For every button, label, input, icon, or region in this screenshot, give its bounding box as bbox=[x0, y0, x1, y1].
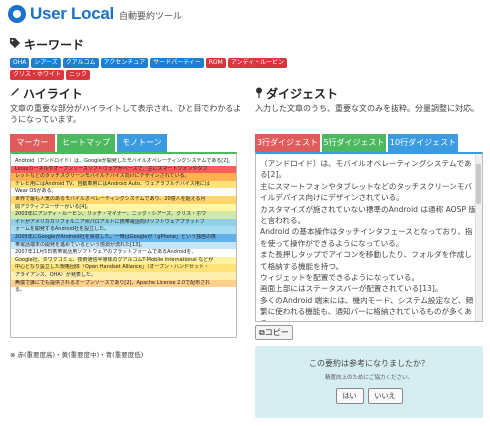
pin-icon bbox=[255, 87, 263, 101]
highlight-line: Android（アンドロイド）は、Googleが開発したモバイルオペレーティング… bbox=[11, 158, 236, 166]
digest-line: 多くのAndroid 端末には、機内モード、システム設定など、頻繁に使われる機能… bbox=[260, 295, 474, 321]
digest-title-text: ダイジェスト bbox=[266, 87, 339, 101]
digest-scroll-thumb[interactable] bbox=[476, 164, 481, 204]
highlight-line: 2003年にアンディ・ルービン、リッチ・マイナー、ニック・シアーズ、クリス・ホワ bbox=[11, 211, 236, 219]
highlight-line: 間アクティブユーザーがいる[4]。 bbox=[11, 203, 236, 212]
digest-line: 画面上部にはステータスバーが配置されている[13]。 bbox=[260, 284, 443, 294]
keyword-badge[interactable]: ニック bbox=[66, 70, 91, 80]
highlight-line: 2007年11月5日携帯電話用ソフトウェアのプラットフォームであるAndroid… bbox=[11, 249, 236, 257]
digest-desc: 入力した文章のうち、重要な文のみを抜粋。分量調整に対応。 bbox=[255, 104, 479, 113]
highlight-tabs: マーカー ヒートマップ モノトーン bbox=[10, 134, 169, 152]
keyword-badge[interactable]: シアーズ bbox=[31, 58, 61, 68]
digest-title: ダイジェスト bbox=[255, 85, 338, 102]
keyword-badge[interactable]: アンディ・ルービン bbox=[227, 58, 288, 68]
digest-line: Android の基本操作はタッチインタフェースとなっており、指を使って操作がで… bbox=[260, 227, 473, 248]
highlight-line: 無償で誰にでも提供されるオープンソースであり[2]、Apache License… bbox=[11, 279, 236, 288]
feedback-subtext: 精度向上のためにご協力ください。 bbox=[325, 375, 413, 381]
tab-5-lines[interactable]: 5行ダイジェスト bbox=[322, 134, 386, 152]
keyword-badge[interactable]: クアルコム bbox=[62, 58, 99, 68]
highlight-line: レットなどのタッチスクリーンモバイルデバイス向けにデザインされている。 bbox=[11, 173, 236, 181]
feedback-box: この要約は参考になりましたか？ 精度向上のためにご協力ください。 はい いいえ bbox=[255, 346, 483, 418]
logo[interactable]: User Local 自動要約ツール bbox=[8, 4, 182, 24]
highlight-title-text: ハイライト bbox=[23, 87, 83, 101]
digest-textarea[interactable]: （アンドロイド）は、モバイルオペレーティングシステムである[2]。 主にスマートフ… bbox=[255, 152, 483, 322]
keyword-badge[interactable]: クリス・ホワイト bbox=[10, 70, 65, 80]
digest-scrollbar[interactable] bbox=[475, 154, 482, 321]
logo-text: User Local bbox=[30, 4, 114, 23]
digest-text: （アンドロイド）は、モバイルオペレーティングシステムである[2]。 主にスマートフ… bbox=[256, 154, 482, 321]
copy-label: コピー bbox=[264, 328, 289, 337]
highlight-line: Linuxカーネルやオープンソースソフトウェアがベースで、主にスマートフォンやタ… bbox=[11, 165, 236, 174]
highlight-line: テレビ用にはAndroid TV、自動車用にはAndroid Auto、ウェアラ… bbox=[11, 180, 236, 189]
keywords-title: キーワード bbox=[10, 36, 84, 53]
highlight-line: Google社、タワクコミュ、技術通信半導体のクアルコムT-Mobile Int… bbox=[11, 256, 236, 265]
keyword-badge[interactable]: OHA bbox=[10, 58, 30, 68]
tags-icon bbox=[10, 38, 21, 51]
keywords-title-text: キーワード bbox=[24, 38, 85, 52]
highlight-line: イトがアメリカカリフォルニア州パロアルトに携帯電話向けソフトウェアプラットフ bbox=[11, 218, 236, 227]
digest-line: カスタマイズが施されていない標準のAndroid は通称 AOSP 版と言われる… bbox=[260, 204, 477, 226]
highlight-desc: 文章の重要な部分がハイライトして表示され、ひと目でわかるようになっています。 bbox=[10, 104, 242, 124]
tab-10-lines[interactable]: 10行ダイジェスト bbox=[388, 134, 458, 152]
tab-3-lines[interactable]: 3行ダイジェスト bbox=[255, 134, 320, 152]
keyword-badges: OHA シアーズ クアルコム アクセンチュア サードパーティー ROM アンディ・ルービンク… bbox=[10, 58, 310, 80]
legend-text: 赤(重要度高)・黄(重要度中)・青(重要度低) bbox=[17, 351, 144, 359]
highlight-line: Wear OSがある。 bbox=[11, 188, 236, 196]
digest-line: 主にスマートフォンやタブレットなどのタッチスクリーンモバイルデバイス向けにデザイ… bbox=[260, 181, 473, 203]
highlight-line: 世界で最も人気のあるモバイルオペレーティングシステムであり、20億人を超える月 bbox=[11, 195, 236, 204]
highlight-line: 中心となり設立した規格団体「Open Handset Alliance」（オープ… bbox=[11, 264, 236, 272]
keyword-badge[interactable]: サードパーティー bbox=[150, 58, 204, 68]
feedback-no-button[interactable]: いいえ bbox=[367, 388, 403, 404]
copy-button[interactable]: ⧉コピー bbox=[255, 325, 293, 340]
highlight-line: 2005年にGoogleがAndroid社を買収した。一時はGoogleが「gP… bbox=[11, 233, 236, 242]
digest-line: ウィジェットを配置できるようになっている。 bbox=[260, 273, 419, 283]
digest-line: また長押しタップでアイコンを移動したり、フォルダを作成して格納する機能を持つ。 bbox=[260, 250, 472, 271]
logo-subtitle: 自動要約ツール bbox=[118, 12, 182, 22]
user-local-logo-icon bbox=[8, 5, 26, 23]
tab-monotone[interactable]: モノトーン bbox=[117, 134, 167, 152]
marker-icon bbox=[10, 87, 20, 100]
highlight-title: ハイライト bbox=[10, 85, 83, 102]
digest-tabs: 3行ダイジェスト 5行ダイジェスト 10行ダイジェスト bbox=[255, 134, 460, 152]
digest-line: （アンドロイド）は、モバイルオペレーティングシステムである[2]。 bbox=[260, 159, 472, 180]
feedback-question: この要約は参考になりましたか？ bbox=[309, 359, 429, 368]
heatmap-legend: ⊗ 赤(重要度高)・黄(重要度中)・青(重要度低) bbox=[10, 349, 143, 359]
highlight-line: る。 bbox=[11, 287, 236, 295]
highlight-text-panel[interactable]: Android（アンドロイド）は、Googleが開発したモバイルオペレーティング… bbox=[10, 152, 237, 338]
feedback-yes-button[interactable]: はい bbox=[335, 388, 364, 404]
highlight-line: 帯電話端末の開発を進めているという憶測が流れた[13]。 bbox=[11, 241, 236, 250]
tab-marker[interactable]: マーカー bbox=[10, 134, 55, 152]
keyword-badge[interactable]: アクセンチュア bbox=[100, 58, 149, 68]
highlight-line: アライアンス、OHA）が発表した。 bbox=[11, 271, 236, 280]
highlight-line: ォームを開発するAndroid社を設立した。 bbox=[11, 226, 236, 234]
keyword-badge[interactable]: ROM bbox=[205, 58, 226, 68]
tab-heatmap[interactable]: ヒートマップ bbox=[57, 134, 115, 152]
legend-marker-icon: ⊗ bbox=[10, 351, 18, 359]
